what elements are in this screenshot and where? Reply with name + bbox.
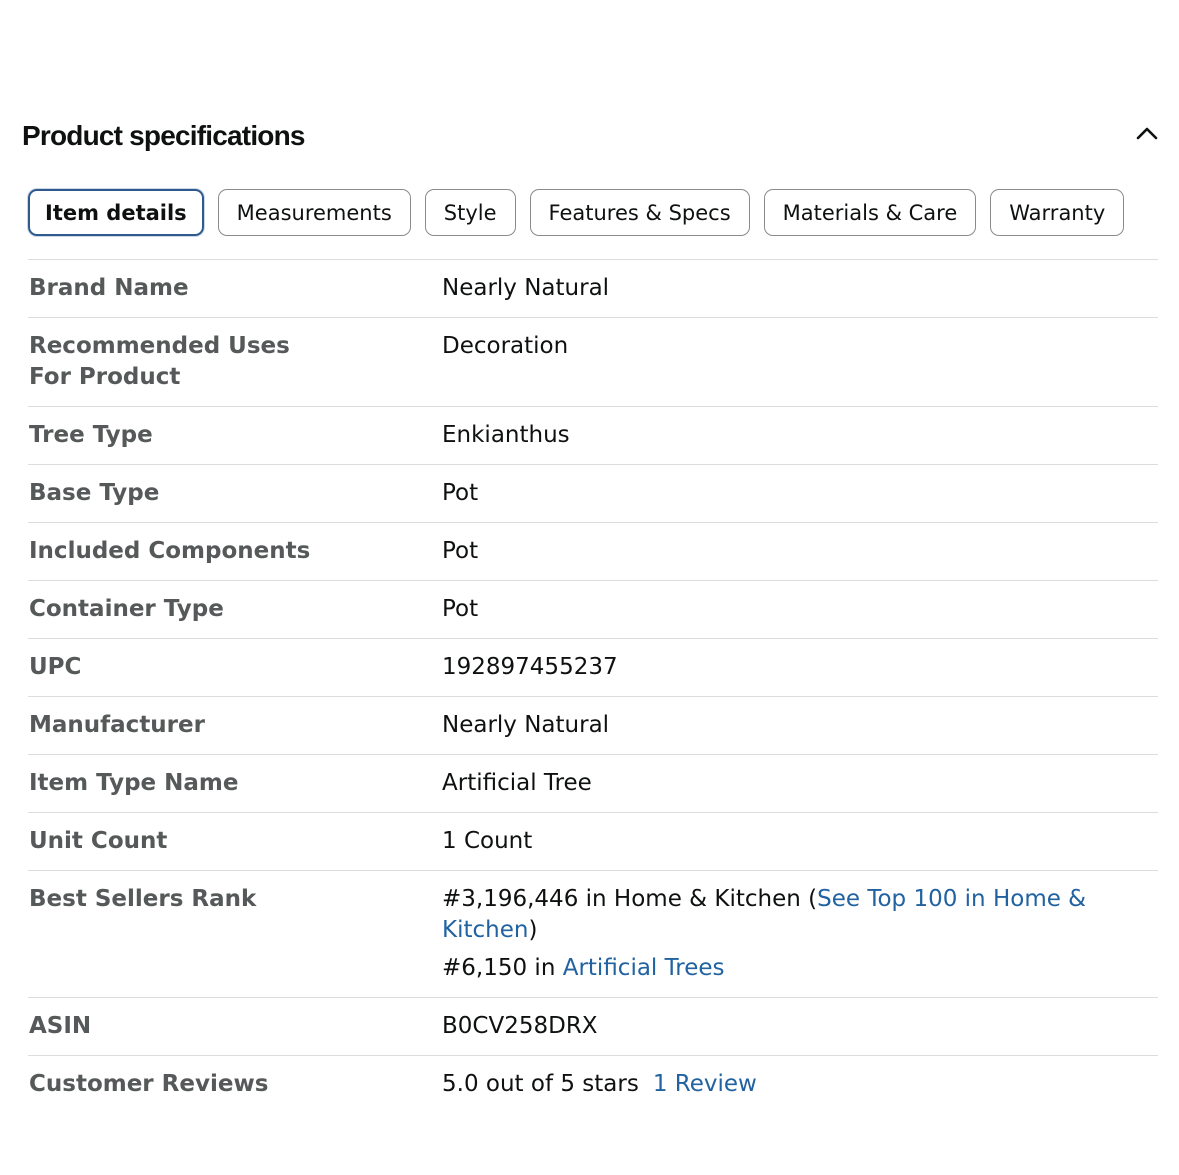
row-label: Manufacturer [29, 712, 205, 738]
section-header: Product specifications [22, 118, 1162, 158]
row-label-text: Recommended Uses For Product [29, 333, 290, 390]
rank-line-home-kitchen: #3,196,446 in Home & Kitchen (See Top 10… [442, 884, 1098, 946]
row-value: 1 Count [442, 828, 533, 854]
table-row: Container Type Pot [28, 580, 1158, 638]
table-row: Tree Type Enkianthus [28, 406, 1158, 464]
row-value: Artificial Tree [442, 770, 592, 796]
tab-measurements[interactable]: Measurements [217, 189, 411, 236]
row-label: Recommended Uses For Product [28, 331, 329, 393]
table-row: Unit Count 1 Count [28, 812, 1158, 870]
row-label: Unit Count [29, 828, 168, 854]
row-label: Included Components [29, 538, 311, 564]
table-row: Included Components Pot [28, 522, 1158, 580]
customer-reviews-value: 5.0 out of 5 stars 1 Review [442, 1069, 1158, 1100]
row-value: Pot [442, 480, 479, 506]
rank-line-artificial-trees: #6,150 in Artificial Trees [442, 953, 1098, 984]
best-sellers-rank-value: #3,196,446 in Home & Kitchen (See Top 10… [442, 884, 1158, 984]
row-value: Enkianthus [442, 422, 570, 448]
row-label: ASIN [29, 1013, 92, 1039]
row-value: Pot [442, 596, 479, 622]
chevron-up-icon[interactable] [1132, 118, 1162, 148]
table-row: Best Sellers Rank #3,196,446 in Home & K… [28, 870, 1158, 997]
rank-text: #6,150 in [442, 955, 563, 981]
table-row: UPC 192897455237 [28, 638, 1158, 696]
row-value: Nearly Natural [442, 275, 610, 301]
spec-tabs: Item details Measurements Style Features… [28, 189, 1125, 236]
tab-style[interactable]: Style [424, 189, 516, 236]
table-row: Brand Name Nearly Natural [28, 259, 1158, 317]
row-value: B0CV258DRX [442, 1013, 598, 1039]
table-row: Customer Reviews 5.0 out of 5 stars 1 Rev… [28, 1055, 1158, 1113]
item-details-table: Brand Name Nearly Natural Recommended Us… [28, 259, 1158, 1113]
tab-materials-care[interactable]: Materials & Care [763, 189, 977, 236]
row-label: Brand Name [29, 275, 189, 301]
review-count-link[interactable]: 1 Review [653, 1071, 757, 1097]
table-row: Item Type Name Artificial Tree [28, 754, 1158, 812]
tab-features-specs[interactable]: Features & Specs [529, 189, 750, 236]
table-row: Manufacturer Nearly Natural [28, 696, 1158, 754]
row-label: Customer Reviews [29, 1071, 269, 1097]
row-label: Container Type [29, 596, 224, 622]
section-title: Product specifications [22, 120, 306, 151]
rank-text: #3,196,446 in Home & Kitchen ( [442, 886, 818, 912]
tab-item-details[interactable]: Item details [28, 189, 204, 236]
row-value: 192897455237 [442, 654, 618, 680]
rating-text: 5.0 out of 5 stars [442, 1071, 639, 1097]
table-row: ASIN B0CV258DRX [28, 997, 1158, 1055]
table-row: Base Type Pot [28, 464, 1158, 522]
row-label: Base Type [29, 480, 160, 506]
row-value: Pot [442, 538, 479, 564]
artificial-trees-link[interactable]: Artificial Trees [563, 955, 725, 981]
tab-warranty[interactable]: Warranty [990, 189, 1125, 236]
row-value: Decoration [442, 333, 569, 359]
row-label: UPC [29, 654, 82, 680]
row-label: Tree Type [29, 422, 153, 448]
row-label: Best Sellers Rank [29, 886, 257, 912]
rank-close-paren: ) [528, 917, 538, 943]
table-row: Recommended Uses For Product Decoration [28, 317, 1158, 406]
row-value: Nearly Natural [442, 712, 610, 738]
row-label: Item Type Name [29, 770, 239, 796]
